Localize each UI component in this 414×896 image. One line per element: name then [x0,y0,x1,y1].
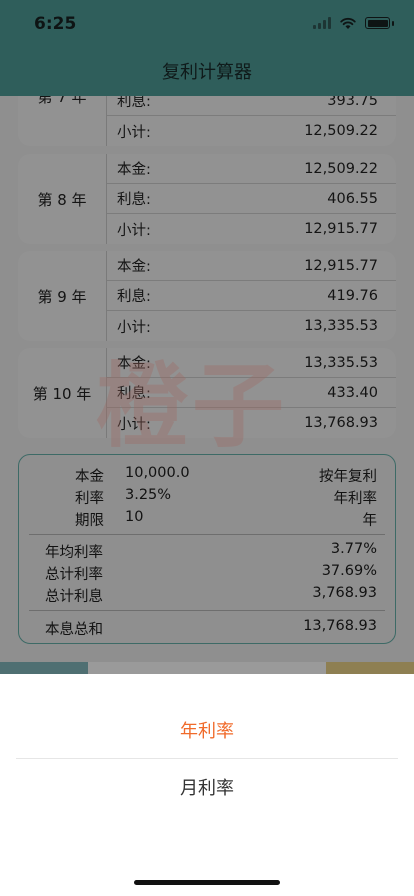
annual-rate-value: 3.77% [330,541,377,557]
year-label: 第 10 年 [32,384,92,403]
year-label: 第 8 年 [37,190,87,209]
results-scroll[interactable]: 第 7 年 利息: 393.75 小计: 12,509.22 第 8 年 本金: 12… [0,96,414,674]
total-interest-label: 总计利息 [45,589,103,605]
row-interest: 利息: 393.75 [107,96,396,116]
status-icons [313,16,394,30]
page-title: 复利计算器 [162,62,252,83]
year-card: 第 7 年 利息: 393.75 小计: 12,509.22 [18,96,396,146]
nav-bar: 6:25 复利计算器 [0,0,414,96]
row-subtotal: 小计: 12,509.22 [117,123,378,141]
principal-note: 按年复利 [319,469,377,485]
rate-label: 利率 [75,491,104,507]
watermark: 橙子 [96,353,289,460]
principal-label: 本金 [75,469,104,485]
term-unit: 年 [362,513,378,529]
summary-card: 本金 10,000.0 按年复利 利率 3.25% 年利率 期限 10 年 年均… [18,454,396,644]
year-card: 第 8 年 本金: 12,509.22 利息: 406.55 小计: 12,915.7… [18,154,396,244]
total-rate-value: 37.69% [321,563,377,579]
option-monthly-rate[interactable]: 月利率 [16,758,398,814]
row-principal: 本金: 12,915.77 [107,251,396,281]
year-rows: 利息: 393.75 小计: 12,509.22 [106,96,396,146]
battery-icon [365,17,390,29]
rate-value: 3.25% [125,487,172,503]
bottom-toolbar [0,662,414,674]
rate-type-action-sheet: 年利率 月利率 [0,674,414,896]
grand-total-label: 本息总和 [45,622,103,638]
year-label: 第 7 年 [37,96,87,106]
grand-total-value: 13,768.93 [303,618,377,634]
wifi-icon [340,17,356,29]
signal-icon [313,17,331,29]
principal-value: 10,000.0 [125,465,190,481]
row-subtotal: 小计: 12,915.77 [117,221,378,239]
year-rows: 本金: 12,509.22 利息: 406.55 小计: 12,915.77 [106,154,396,244]
divider [29,610,385,611]
year-card: 第 9 年 本金: 12,915.77 利息: 419.76 小计: 13,335.5… [18,251,396,341]
annual-rate-label: 年均利率 [45,545,103,561]
home-indicator [134,880,280,885]
total-rate-label: 总计利率 [45,567,103,583]
status-bar: 6:25 [0,0,414,52]
year-label: 第 9 年 [37,287,87,306]
term-value: 10 [125,509,144,525]
row-interest: 利息: 419.76 [107,281,396,311]
term-label: 期限 [75,513,104,529]
divider [29,534,385,535]
status-time: 6:25 [34,14,77,34]
rate-type: 年利率 [333,491,378,507]
row-interest: 利息: 406.55 [107,184,396,214]
row-principal: 本金: 12,509.22 [107,154,396,184]
total-interest-value: 3,768.93 [312,585,377,601]
year-rows: 本金: 12,915.77 利息: 419.76 小计: 13,335.53 [106,251,396,341]
option-annual-rate[interactable]: 年利率 [16,702,398,758]
